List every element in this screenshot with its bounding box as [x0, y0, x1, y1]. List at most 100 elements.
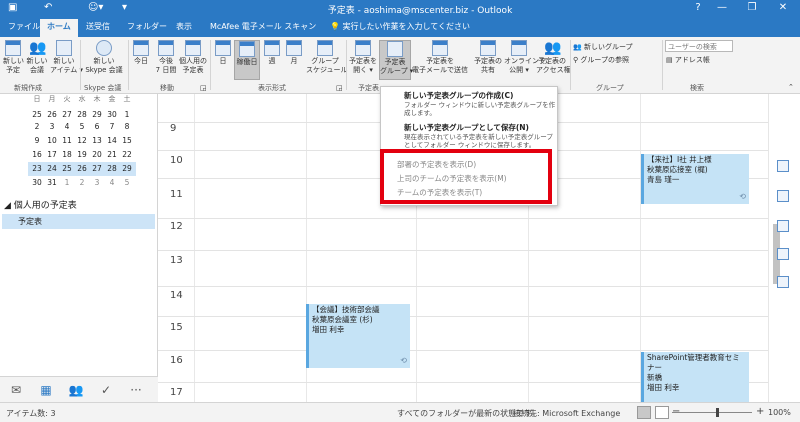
new-group-button[interactable]: 👥 新しいグループ — [573, 42, 633, 52]
date-cell[interactable]: 16 — [30, 148, 44, 162]
publish-online-button[interactable]: オンラインで 公開 ▾ — [504, 40, 546, 75]
date-cell[interactable]: 4 — [105, 176, 119, 190]
calendar-item[interactable]: 予定表 — [2, 214, 155, 229]
mail-icon[interactable]: ✉ — [8, 382, 24, 398]
calendar-event[interactable]: 【会議】技術部会議 秋葉原会議室 (杉) 増田 利幸 ⟲ — [306, 304, 410, 368]
tab-file[interactable]: ファイル — [8, 21, 40, 32]
new-items-button[interactable]: 新しい アイテム ▾ — [50, 40, 83, 75]
date-cell[interactable]: 31 — [45, 176, 59, 190]
schedule-view-button[interactable]: グループ スケジュール — [306, 40, 348, 75]
email-calendar-button[interactable]: 予定表を 電子メールで送信 — [408, 40, 472, 75]
next-7-days-button[interactable]: 今後 7 日間 — [154, 40, 178, 75]
date-cell[interactable]: 30 — [30, 176, 44, 190]
people-icon[interactable]: 👥 — [68, 382, 84, 398]
date-cell[interactable]: 26 — [75, 162, 89, 176]
date-cell[interactable]: 14 — [105, 134, 119, 148]
week-view-button[interactable]: 週 — [262, 40, 282, 66]
day-view-side-icon[interactable] — [777, 160, 789, 172]
date-cell[interactable]: 11 — [60, 134, 74, 148]
date-cell[interactable]: 22 — [120, 148, 134, 162]
tell-me-box[interactable]: 💡 実行したい作業を入力してください — [330, 21, 470, 32]
help-button[interactable]: ? — [688, 2, 708, 13]
date-cell[interactable]: 13 — [90, 134, 104, 148]
restore-button[interactable]: ❐ — [742, 2, 762, 13]
date-cell[interactable]: 17 — [45, 148, 59, 162]
date-cell[interactable]: 18 — [60, 148, 74, 162]
tab-home[interactable]: ホーム — [40, 19, 78, 37]
collapse-ribbon-icon[interactable]: ⌃ — [788, 83, 794, 91]
customize-quick-access-icon[interactable]: ▾ — [122, 2, 127, 13]
zoom-slider-handle[interactable] — [716, 408, 719, 417]
calendar-permissions-button[interactable]: 👥 予定表の アクセス権 — [536, 40, 571, 75]
work-week-side-icon[interactable] — [777, 190, 789, 202]
calendar-event[interactable]: 【来社】I社 井上様 秋葉原応接室 (梶) 青島 瑾一 ⟲ — [641, 154, 749, 204]
calendar-event[interactable]: SharePoint管理者教育セミ ナー 新橋 増田 利幸 — [641, 352, 749, 402]
date-cell[interactable]: 29 — [120, 162, 134, 176]
date-cell[interactable]: 7 — [105, 120, 119, 134]
personal-calendar-button[interactable]: 個人用の 予定表 — [178, 40, 208, 75]
new-skype-meeting-button[interactable]: 新しい Skype 会議 — [82, 40, 126, 75]
calendar-nav-icon[interactable]: ▦ — [38, 382, 54, 398]
menu-item-save-as-group[interactable]: 新しい予定表グループとして保存(N) — [404, 122, 529, 133]
date-cell[interactable]: 25 — [60, 162, 74, 176]
date-cell[interactable]: 1 — [60, 176, 74, 190]
menu-item-create-group[interactable]: 新しい予定表グループの作成(C) — [404, 90, 513, 101]
tab-mcafee[interactable]: McAfee 電子メール スキャン — [210, 21, 316, 32]
today-button[interactable]: 今日 — [130, 40, 152, 66]
reading-view-button[interactable] — [655, 406, 669, 419]
date-cell[interactable]: 3 — [90, 176, 104, 190]
normal-view-button[interactable] — [637, 406, 651, 419]
date-cell[interactable]: 21 — [105, 148, 119, 162]
date-cell[interactable]: 2 — [30, 120, 44, 134]
date-cell[interactable]: 19 — [75, 148, 89, 162]
workweek-view-icon — [239, 41, 255, 57]
tab-view[interactable]: 表示 — [176, 21, 192, 32]
date-cell[interactable]: 5 — [75, 120, 89, 134]
date-cell[interactable]: 28 — [105, 162, 119, 176]
week-side-icon[interactable] — [777, 220, 789, 232]
date-cell[interactable]: 15 — [120, 134, 134, 148]
date-cell[interactable]: 9 — [30, 134, 44, 148]
zoom-level[interactable]: 100% — [768, 408, 791, 417]
date-cell[interactable]: 4 — [60, 120, 74, 134]
day-view-button[interactable]: 日 — [213, 40, 233, 66]
skype-status-icon[interactable]: ☺▾ — [88, 2, 103, 13]
search-people-input[interactable]: ユーザーの検索 — [665, 40, 733, 52]
zoom-in-button[interactable]: + — [756, 406, 764, 417]
new-appointment-button[interactable]: 新しい 予定 — [3, 40, 24, 75]
month-view-button[interactable]: 月 — [284, 40, 304, 66]
new-meeting-button[interactable]: 👥 新しい 会議 — [26, 40, 48, 75]
date-cell[interactable]: 2 — [75, 176, 89, 190]
date-cell[interactable]: 27 — [90, 162, 104, 176]
tab-send-receive[interactable]: 送受信 — [86, 21, 110, 32]
date-cell[interactable]: 6 — [90, 120, 104, 134]
date-cell[interactable]: 5 — [120, 176, 134, 190]
date-cell[interactable]: 23 — [30, 162, 44, 176]
date-cell[interactable]: 8 — [120, 120, 134, 134]
address-book-button[interactable]: ▤ アドレス帳 — [666, 55, 710, 65]
more-icon[interactable]: ··· — [128, 382, 144, 398]
minimize-button[interactable]: — — [712, 2, 732, 13]
date-cell[interactable]: 24 — [45, 162, 59, 176]
schedule-side-icon[interactable] — [777, 276, 789, 288]
my-calendars-header[interactable]: ◢ 個人用の予定表 — [4, 198, 77, 211]
share-calendar-button[interactable]: 予定表の 共有 — [474, 40, 502, 75]
close-button[interactable]: ✕ — [773, 2, 793, 13]
title-bar: ▣ ↶ ☺▾ ▾ 予定表 - aoshima@mscenter.biz - Ou… — [0, 0, 800, 17]
workweek-view-button[interactable]: 稼働日 — [234, 40, 260, 80]
save-icon[interactable]: ▣ — [8, 2, 17, 13]
group-launcher-icon[interactable]: ◲ — [200, 84, 207, 92]
calendar-groups-button[interactable]: 予定表 グループ ▾ — [379, 40, 413, 80]
date-cell[interactable]: 20 — [90, 148, 104, 162]
tasks-icon[interactable]: ✓ — [98, 382, 114, 398]
group-launcher-icon[interactable]: ◲ — [336, 84, 343, 92]
open-calendar-button[interactable]: 予定表を 開く ▾ — [348, 40, 378, 75]
date-cell[interactable]: 12 — [75, 134, 89, 148]
month-side-icon[interactable] — [777, 248, 789, 260]
undo-icon[interactable]: ↶ — [44, 2, 52, 13]
browse-groups-button[interactable]: ⚲ グループの参照 — [573, 55, 629, 65]
zoom-slider[interactable] — [672, 412, 752, 413]
date-cell[interactable]: 10 — [45, 134, 59, 148]
date-cell[interactable]: 3 — [45, 120, 59, 134]
tab-folder[interactable]: フォルダー — [127, 21, 167, 32]
